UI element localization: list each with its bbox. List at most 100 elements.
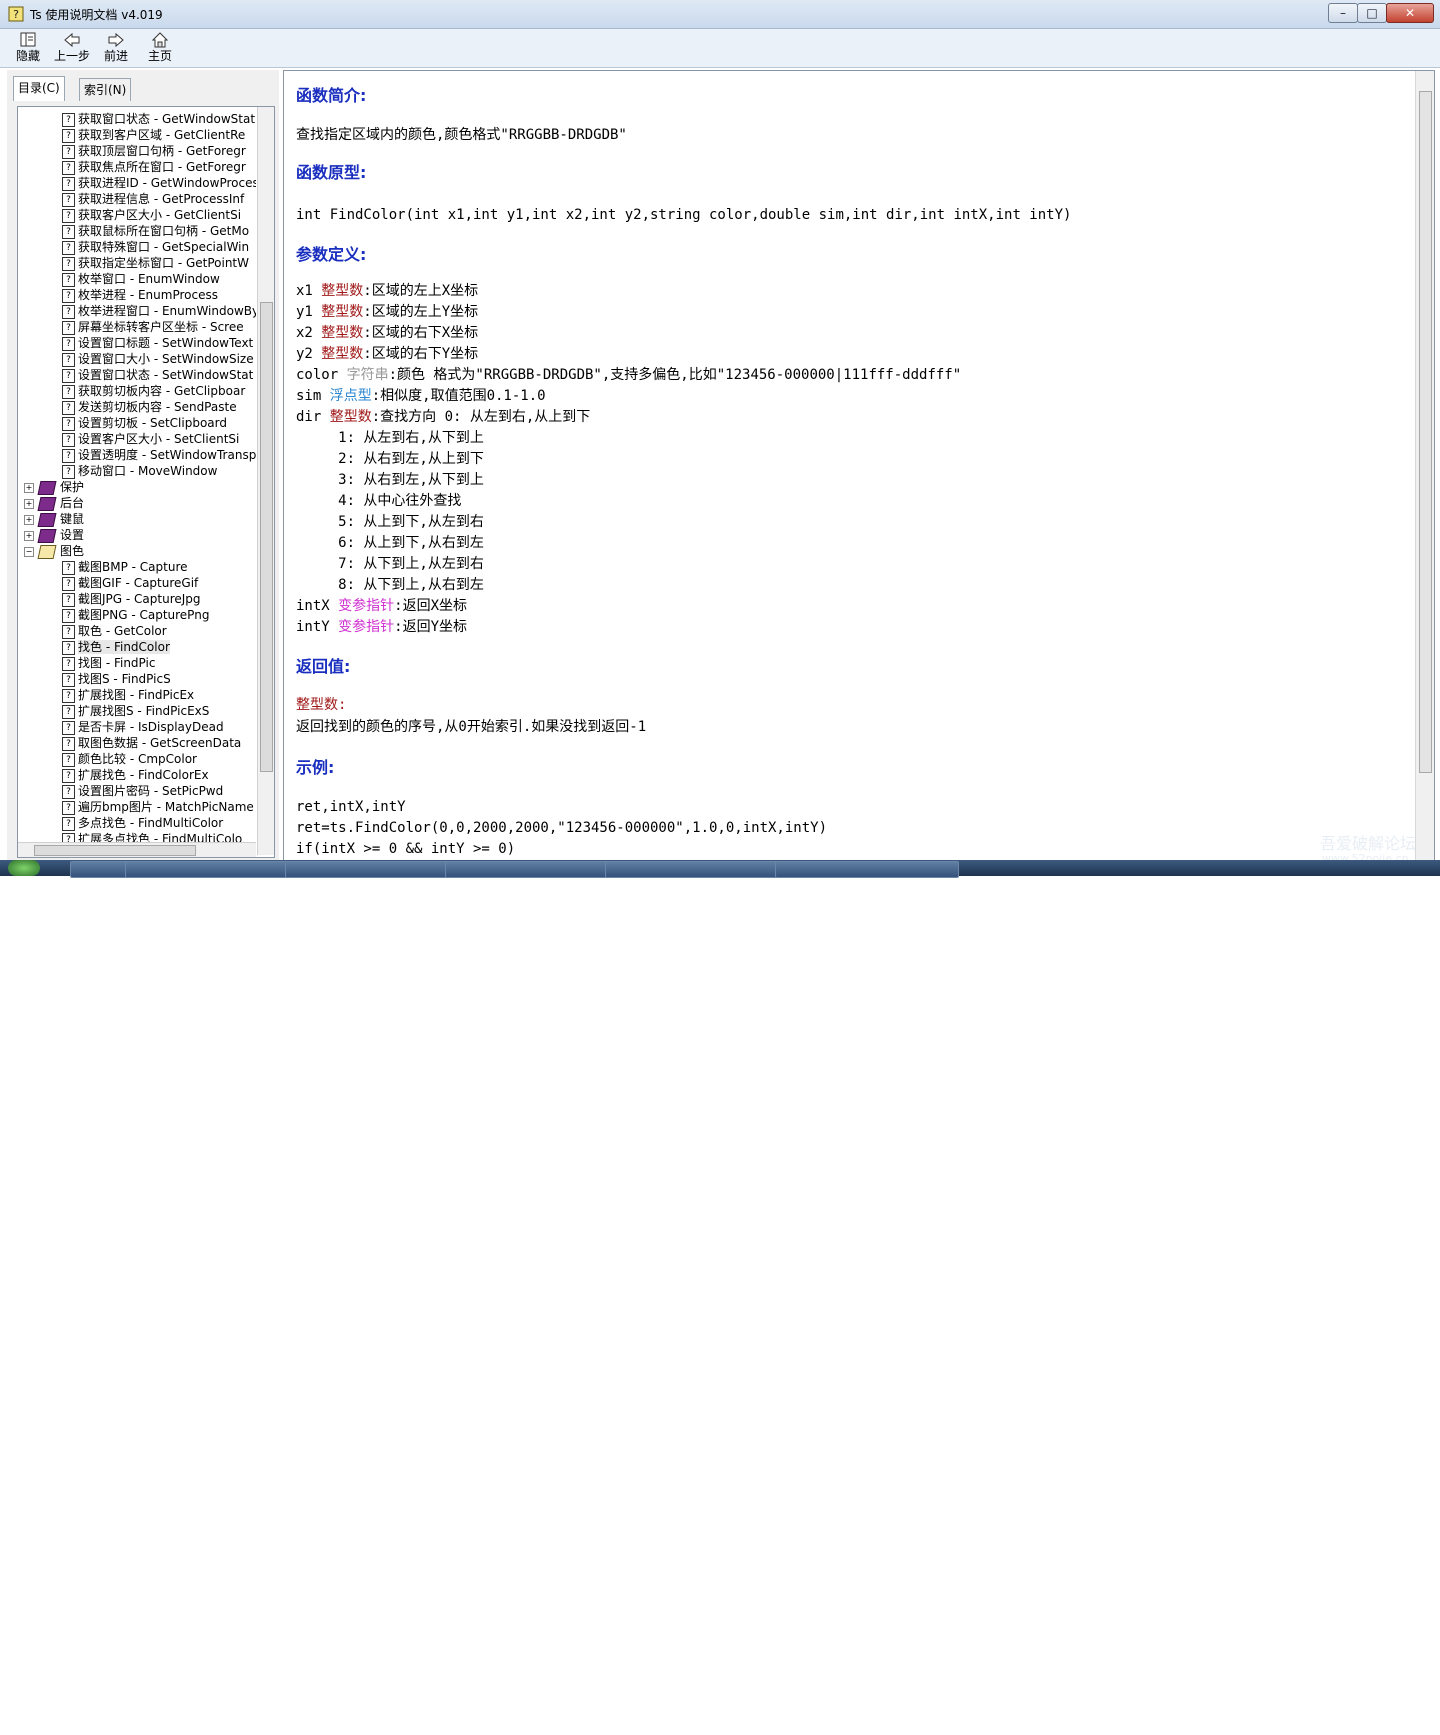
back-button[interactable]: 上一步 — [50, 31, 94, 67]
tree-item[interactable]: ? 遍历bmp图片 - MatchPicName — [62, 799, 254, 815]
close-button[interactable]: ✕ — [1386, 3, 1434, 23]
hide-pane-icon — [20, 32, 36, 47]
tree-item[interactable]: ? 设置图片密码 - SetPicPwd — [62, 783, 223, 799]
toolbar: 隐藏 上一步 前进 主页 — [0, 29, 1440, 68]
help-topic-icon: ? — [62, 192, 75, 207]
tab-contents[interactable]: 目录(C) — [13, 76, 65, 101]
tree-item[interactable]: ? 找图 - FindPic — [62, 655, 155, 671]
home-button[interactable]: 主页 — [138, 31, 182, 67]
heading-example: 示例: — [296, 758, 335, 777]
tree-item-label: 截图BMP - Capture — [78, 560, 188, 574]
help-topic-icon: ? — [62, 240, 75, 255]
tree-item[interactable]: ? 枚举窗口 - EnumWindow — [62, 271, 220, 287]
help-topic-icon: ? — [62, 656, 75, 671]
tree-item[interactable]: ? 设置窗口标题 - SetWindowText — [62, 335, 253, 351]
help-topic-icon: ? — [62, 624, 75, 639]
scroll-thumb[interactable] — [34, 845, 196, 856]
hide-button[interactable]: 隐藏 — [6, 31, 50, 67]
help-topic-icon: ? — [62, 784, 75, 799]
tree-folder[interactable]: + 键鼠 — [24, 511, 84, 527]
tree-item[interactable]: ? 设置客户区大小 - SetClientSi — [62, 431, 239, 447]
expand-icon[interactable]: + — [24, 482, 34, 493]
tree-item[interactable]: ? 获取特殊窗口 - GetSpecialWin — [62, 239, 249, 255]
return-type: 整型数: — [296, 697, 347, 713]
tree-item[interactable]: ? 扩展找色 - FindColorEx — [62, 767, 209, 783]
tree-item[interactable]: ? 截图PNG - CapturePng — [62, 607, 209, 623]
tab-index[interactable]: 索引(N) — [79, 78, 132, 101]
help-topic-icon: ? — [62, 608, 75, 623]
expand-icon[interactable]: + — [24, 514, 34, 525]
help-topic-icon: ? — [62, 208, 75, 223]
tree-item-label: 获取顶层窗口句柄 - GetForegr — [78, 144, 246, 158]
tree-item[interactable]: ? 获取顶层窗口句柄 - GetForegr — [62, 143, 246, 159]
tree-item-label: 移动窗口 - MoveWindow — [78, 464, 218, 478]
tree-item[interactable]: ? 设置剪切板 - SetClipboard — [62, 415, 227, 431]
tree-item[interactable]: ? 屏幕坐标转客户区坐标 - Scree — [62, 319, 244, 335]
start-button[interactable] — [8, 860, 40, 876]
taskbar-item[interactable] — [285, 861, 459, 878]
tree-folder[interactable]: − 图色 — [24, 543, 84, 559]
tree-item-label: 颜色比较 - CmpColor — [78, 752, 197, 766]
taskbar-item[interactable] — [125, 861, 299, 878]
expand-icon[interactable]: + — [24, 498, 34, 509]
tree-item-label: 设置 — [60, 528, 85, 542]
tree-item[interactable]: ? 扩展找图 - FindPicEx — [62, 687, 194, 703]
tree-item[interactable]: ? 获取鼠标所在窗口句柄 - GetMo — [62, 223, 249, 239]
tree-item[interactable]: ? 获取窗口状态 - GetWindowStat — [62, 111, 255, 127]
tree-item[interactable]: ? 获取客户区大小 - GetClientSi — [62, 207, 241, 223]
tree-item[interactable]: ? 颜色比较 - CmpColor — [62, 751, 197, 767]
content-vertical-scrollbar[interactable] — [1415, 71, 1434, 861]
tree-item-label: 保护 — [60, 480, 85, 494]
tree-item[interactable]: ? 设置窗口大小 - SetWindowSize — [62, 351, 254, 367]
tree-item[interactable]: ? 获取指定坐标窗口 - GetPointW — [62, 255, 249, 271]
tree-item[interactable]: ? 扩展找图S - FindPicExS — [62, 703, 209, 719]
scroll-thumb[interactable] — [260, 302, 273, 772]
help-topic-icon: ? — [62, 384, 75, 399]
tree-item[interactable]: ? 截图BMP - Capture — [62, 559, 188, 575]
maximize-button[interactable]: □ — [1357, 3, 1387, 23]
tree-item-label: 获取剪切板内容 - GetClipboar — [78, 384, 246, 398]
tree-item[interactable]: ? 获取焦点所在窗口 - GetForegr — [62, 159, 246, 175]
tree-folder[interactable]: + 保护 — [24, 479, 84, 495]
tree-vertical-scrollbar[interactable] — [257, 107, 274, 855]
tree-horizontal-scrollbar[interactable] — [18, 842, 256, 857]
tree-item[interactable]: ? 设置透明度 - SetWindowTransp — [62, 447, 256, 463]
minimize-button[interactable]: – — [1328, 3, 1358, 23]
tree-item[interactable]: ? 取色 - GetColor — [62, 623, 167, 639]
expand-icon[interactable]: + — [24, 530, 34, 541]
param-line: intY 变参指针:返回Y坐标 — [296, 617, 467, 638]
tree-item-label: 获取鼠标所在窗口句柄 - GetMo — [78, 224, 250, 238]
tree-item[interactable]: ? 设置窗口状态 - SetWindowStat — [62, 367, 253, 383]
open-book-icon — [37, 544, 57, 559]
help-topic-icon: ? — [62, 368, 75, 383]
tree-item[interactable]: ? 发送剪切板内容 - SendPaste — [62, 399, 237, 415]
tree-item-label: 设置剪切板 - SetClipboard — [78, 416, 227, 430]
taskbar-item[interactable] — [605, 861, 789, 878]
tree-folder[interactable]: + 后台 — [24, 495, 84, 511]
tree-item[interactable]: ? 截图JPG - CaptureJpg — [62, 591, 201, 607]
maximize-icon: □ — [1366, 6, 1378, 20]
tree-item[interactable]: ? 获取进程信息 - GetProcessInf — [62, 191, 244, 207]
tree-item[interactable]: ? 找色 - FindColor — [62, 639, 170, 655]
taskbar-item[interactable] — [775, 861, 959, 878]
tree-item[interactable]: ? 取图色数据 - GetScreenData — [62, 735, 241, 751]
tree-item[interactable]: ? 移动窗口 - MoveWindow — [62, 463, 217, 479]
tree-item[interactable]: ? 截图GIF - CaptureGif — [62, 575, 198, 591]
tree-item[interactable]: ? 获取到客户区域 - GetClientRe — [62, 127, 245, 143]
tree-item[interactable]: ? 是否卡屏 - IsDisplayDead — [62, 719, 224, 735]
tree-item-label: 截图GIF - CaptureGif — [78, 576, 199, 590]
tree-item[interactable]: ? 找图S - FindPicS — [62, 671, 171, 687]
tree-item[interactable]: ? 枚举进程 - EnumProcess — [62, 287, 218, 303]
tree-item[interactable]: ? 多点找色 - FindMultiColor — [62, 815, 223, 831]
param-type: 字符串 — [346, 367, 389, 383]
scroll-thumb[interactable] — [1419, 91, 1432, 773]
tree-item[interactable]: ? 枚举进程窗口 - EnumWindowByP — [62, 303, 256, 319]
forward-button[interactable]: 前进 — [94, 31, 138, 67]
tree-item[interactable]: ? 获取剪切板内容 - GetClipboar — [62, 383, 245, 399]
param-type: 整型数 — [321, 304, 364, 320]
help-topic-icon: ? — [62, 688, 75, 703]
tree-folder[interactable]: + 设置 — [24, 527, 84, 543]
tree-item[interactable]: ? 获取进程ID - GetWindowProces — [62, 175, 256, 191]
collapse-icon[interactable]: − — [24, 546, 34, 557]
taskbar-item[interactable] — [445, 861, 619, 878]
